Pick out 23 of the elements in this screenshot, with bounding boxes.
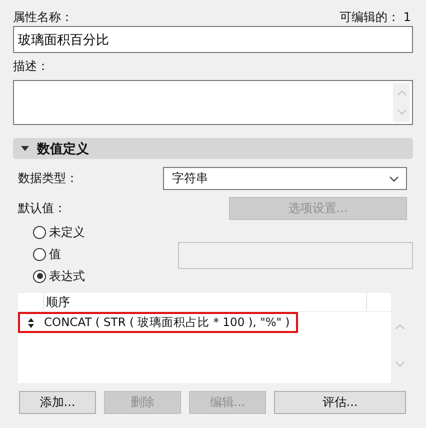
chevron-down-icon (389, 176, 399, 182)
value-field[interactable] (178, 242, 413, 269)
radio-option[interactable]: 未定义 (33, 222, 178, 242)
section-title: 数值定义 (37, 140, 89, 158)
radio-option[interactable]: 值 (33, 244, 178, 264)
field-label: 属性名称： (13, 9, 73, 26)
field-label: 默认值： (18, 200, 67, 217)
section-header[interactable]: 数值定义 (13, 138, 413, 159)
field-label: 数据类型： (18, 170, 79, 187)
name-field[interactable]: 玻璃面积百分比 (13, 26, 413, 53)
reorder-icon[interactable] (28, 318, 34, 328)
action-button[interactable]: 评估... (274, 391, 406, 414)
editable-count: 可编辑的： 1 (340, 9, 411, 26)
field-label: 描述： (13, 58, 50, 75)
radio-icon[interactable] (33, 248, 46, 260)
caret-icon (21, 146, 29, 151)
data-type-dropdown[interactable]: 字符串 (163, 167, 407, 190)
radio-icon[interactable] (33, 226, 46, 238)
radio-option[interactable]: 表达式 (33, 266, 178, 286)
expression-row[interactable]: CONCAT ( STR ( 玻璃面积占比 * 100 ), "%" ) (18, 312, 298, 333)
column-header: 顺序 (44, 293, 367, 311)
radio-icon[interactable] (33, 270, 46, 282)
action-button[interactable]: 添加... (19, 391, 96, 414)
